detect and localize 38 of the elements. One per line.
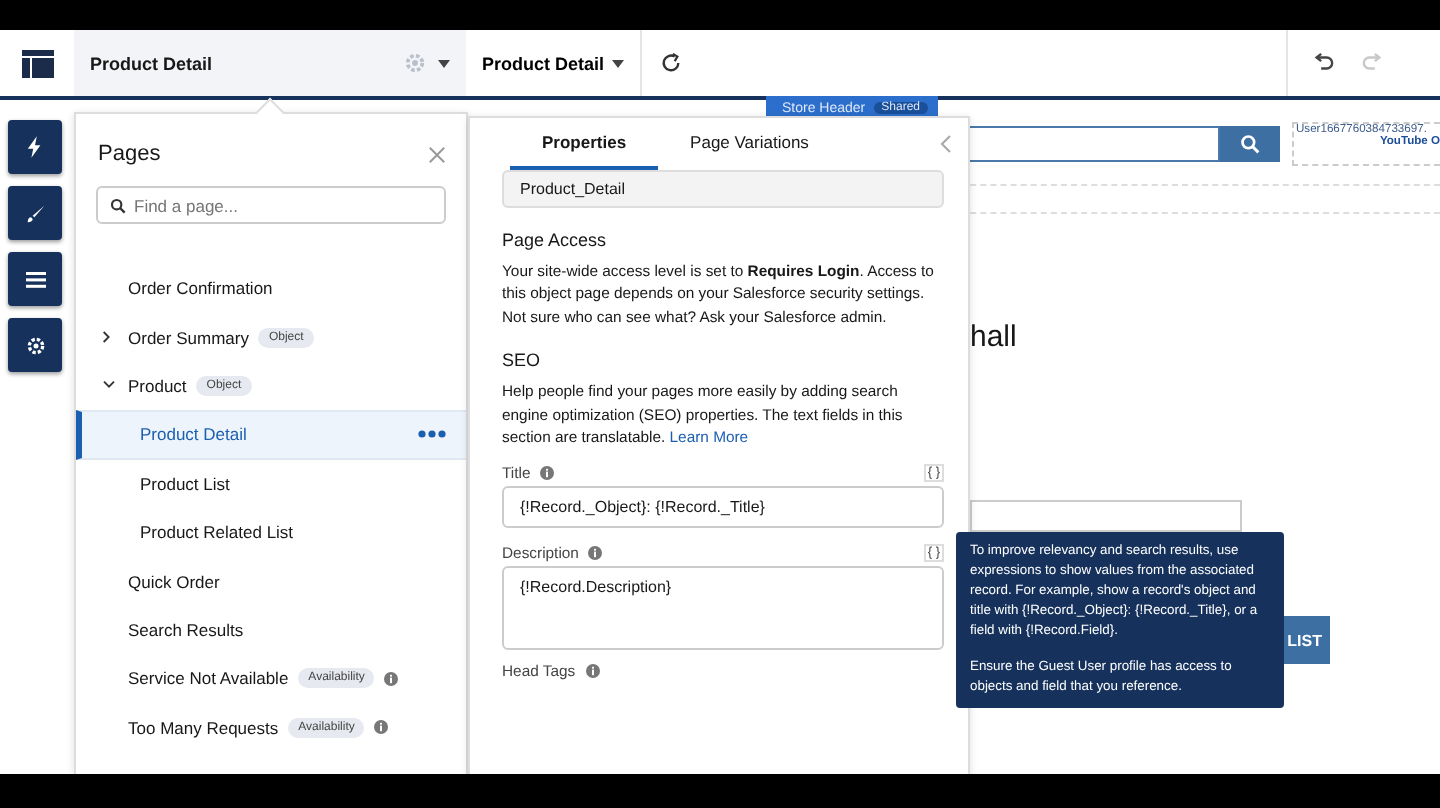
brush-icon <box>25 203 45 223</box>
pages-button[interactable] <box>8 252 62 306</box>
page-search-field[interactable]: Find a page... <box>96 186 446 224</box>
settings-icon <box>25 335 45 355</box>
description-field[interactable]: {!Record.Description} <box>502 566 944 651</box>
panel-title: Pages <box>98 142 161 166</box>
section-heading: Page Access <box>502 230 609 250</box>
title-field[interactable]: {!Record._Object}: {!Record._Title} <box>502 486 944 529</box>
panel-tab[interactable]: Page Variations <box>658 118 841 170</box>
close-icon[interactable] <box>428 145 446 163</box>
layout-icon[interactable] <box>21 49 53 77</box>
info-icon <box>540 466 555 481</box>
info-icon <box>588 546 603 561</box>
heading-text: hall <box>970 320 1017 354</box>
page-item[interactable]: Search Results <box>76 605 466 655</box>
page-item[interactable]: Product Related List <box>76 507 466 557</box>
refresh-icon[interactable] <box>659 52 682 74</box>
caret-icon <box>612 59 625 67</box>
chevron-right-icon[interactable] <box>102 330 112 345</box>
lightning-icon <box>26 136 44 158</box>
more-icon[interactable] <box>418 430 446 439</box>
chevron-down-icon[interactable] <box>102 380 116 391</box>
page-item[interactable]: Product List <box>76 459 466 508</box>
list-icon <box>25 271 45 287</box>
settings-button[interactable] <box>8 318 62 372</box>
undo-icon[interactable] <box>1312 52 1334 74</box>
page-selector[interactable]: Product Detail <box>74 30 466 96</box>
page-title: Product Detail <box>90 53 215 73</box>
page-item[interactable]: Product Detail <box>76 410 466 460</box>
page-item[interactable]: Quick Order <box>76 556 466 606</box>
info-icon <box>585 664 600 679</box>
api-name-field: Product_Detail <box>502 170 944 208</box>
search-icon <box>1240 134 1260 154</box>
components-button[interactable] <box>8 120 62 174</box>
caret-icon[interactable] <box>438 59 450 67</box>
section-heading: SEO <box>502 350 543 371</box>
search-icon <box>110 198 126 214</box>
page-item[interactable]: Order Confirmation <box>76 264 466 313</box>
